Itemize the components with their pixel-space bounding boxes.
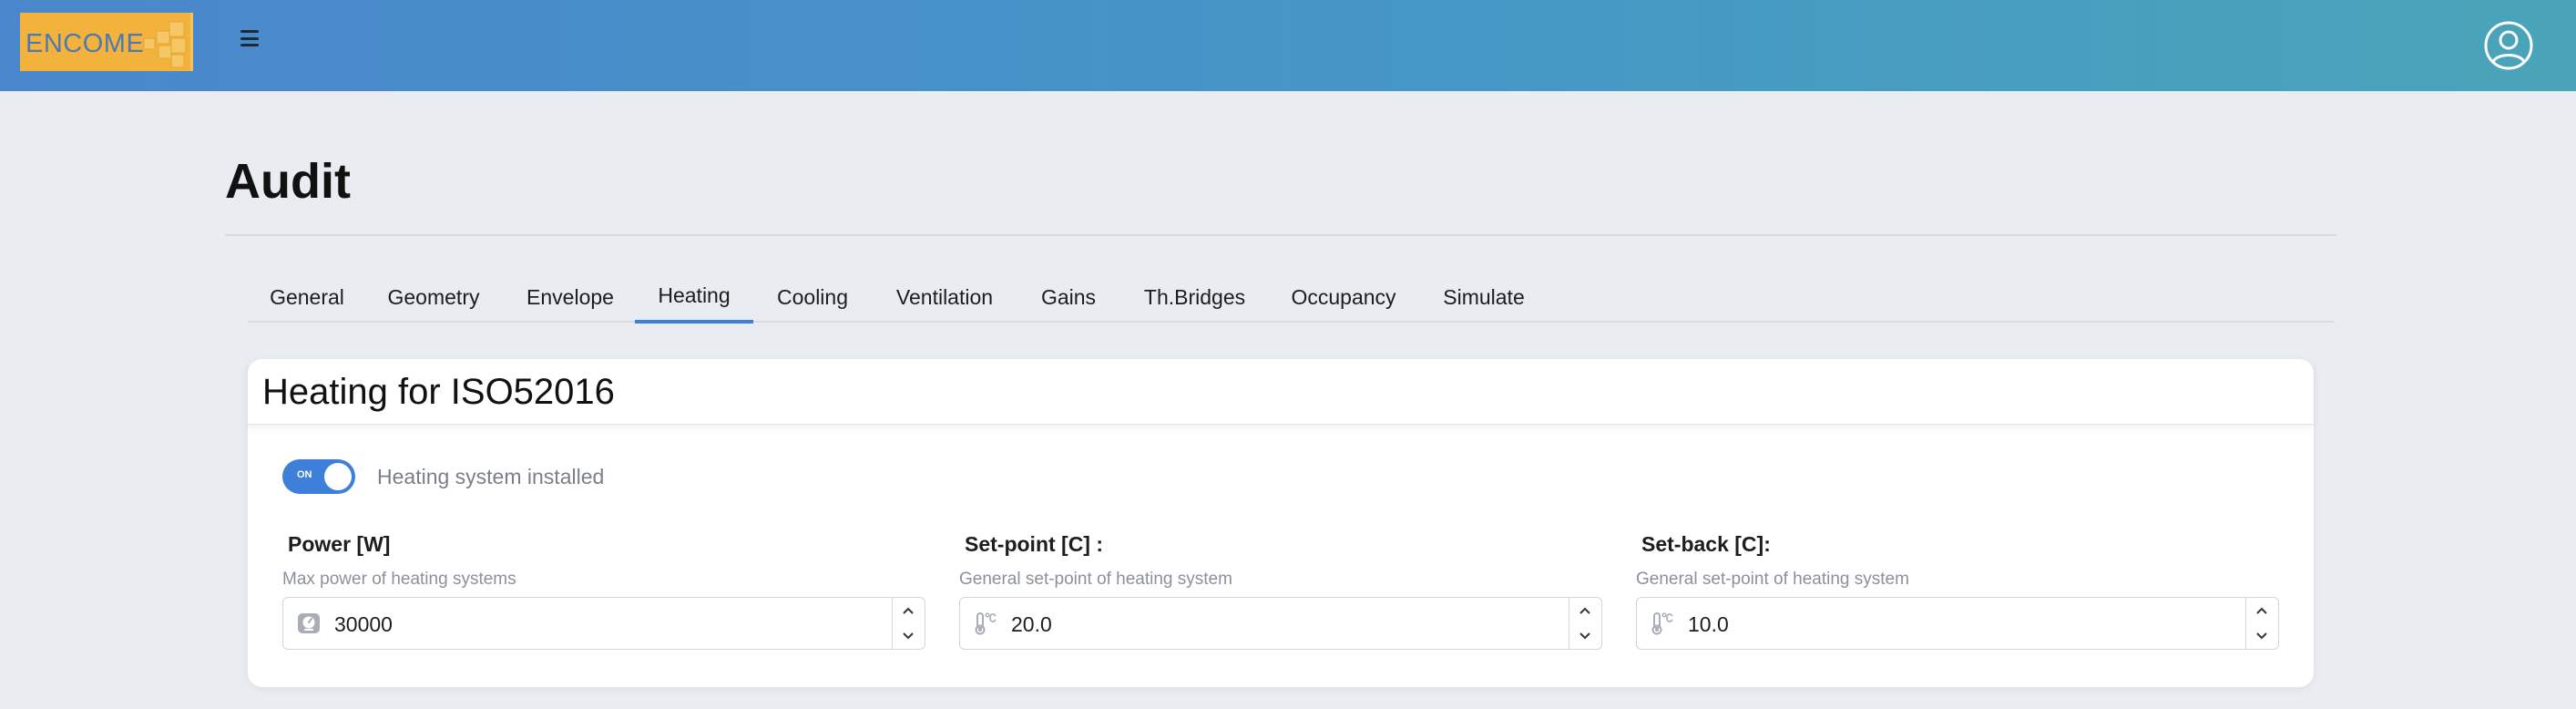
tab-envelope[interactable]: Envelope (501, 272, 639, 323)
card-header: Heating for ISO52016 (248, 359, 2314, 425)
chevron-up-icon[interactable] (2246, 598, 2277, 623)
user-circle-icon[interactable] (2483, 20, 2534, 71)
toggle-knob (324, 463, 352, 490)
setpoint-value: 20.0 (1011, 612, 1052, 636)
logo-text: ENCOME (26, 29, 145, 58)
heating-installed-toggle[interactable]: ON (282, 459, 355, 494)
top-navbar: ENCOME (0, 0, 2576, 91)
toggle-state-label: ON (297, 469, 312, 480)
power-input[interactable]: 30000 (282, 597, 925, 650)
tab-simulate[interactable]: Simulate (1417, 272, 1550, 323)
tab-th-bridges[interactable]: Th.Bridges (1119, 272, 1270, 323)
setback-help-text: General set-point of heating system (1636, 570, 1909, 589)
power-value: 30000 (334, 612, 393, 636)
power-stepper (892, 598, 925, 649)
setpoint-stepper (1569, 598, 1601, 649)
chevron-down-icon[interactable] (2246, 623, 2277, 649)
setpoint-field: Set-point [C] : General set-point of hea… (959, 532, 1602, 650)
heating-installed-label: Heating system installed (377, 465, 605, 488)
chevron-up-icon[interactable] (893, 598, 924, 623)
card-title: Heating for ISO52016 (262, 372, 615, 412)
tab-heating[interactable]: Heating (635, 272, 753, 324)
setback-label: Set-back [C]: (1641, 532, 1771, 556)
thermometer-celsius-icon (1651, 612, 1673, 635)
encome-logo[interactable]: ENCOME (20, 13, 193, 71)
tab-cooling[interactable]: Cooling (753, 272, 872, 323)
setpoint-label: Set-point [C] : (965, 532, 1104, 556)
tab-ventilation[interactable]: Ventilation (872, 272, 1017, 323)
power-label: Power [W] (288, 532, 391, 556)
setback-input[interactable]: 10.0 (1636, 597, 2279, 650)
setpoint-help-text: General set-point of heating system (959, 570, 1232, 589)
hamburger-icon[interactable] (239, 27, 261, 49)
page-title: Audit (225, 154, 351, 209)
tab-general[interactable]: General (248, 272, 366, 323)
tab-geometry[interactable]: Geometry (366, 272, 501, 323)
setback-field: Set-back [C]: General set-point of heati… (1636, 532, 2279, 650)
setback-value: 10.0 (1688, 612, 1729, 636)
chevron-up-icon[interactable] (1569, 598, 1600, 623)
heating-card: Heating for ISO52016 ON Heating system i… (248, 359, 2314, 687)
logo-blocks-icon (143, 21, 187, 68)
tab-bar: General Geometry Envelope Heating Coolin… (248, 272, 2334, 324)
power-field: Power [W] Max power of heating systems 3… (282, 532, 925, 650)
title-divider (225, 234, 2336, 236)
tab-gains[interactable]: Gains (1017, 272, 1119, 323)
setpoint-input[interactable]: 20.0 (959, 597, 1602, 650)
chevron-down-icon[interactable] (1569, 623, 1600, 649)
power-help-text: Max power of heating systems (282, 570, 516, 589)
setback-stepper (2245, 598, 2278, 649)
chevron-down-icon[interactable] (893, 623, 924, 649)
gauge-icon (298, 613, 320, 633)
tab-occupancy[interactable]: Occupancy (1270, 272, 1417, 323)
thermometer-celsius-icon (975, 612, 997, 635)
